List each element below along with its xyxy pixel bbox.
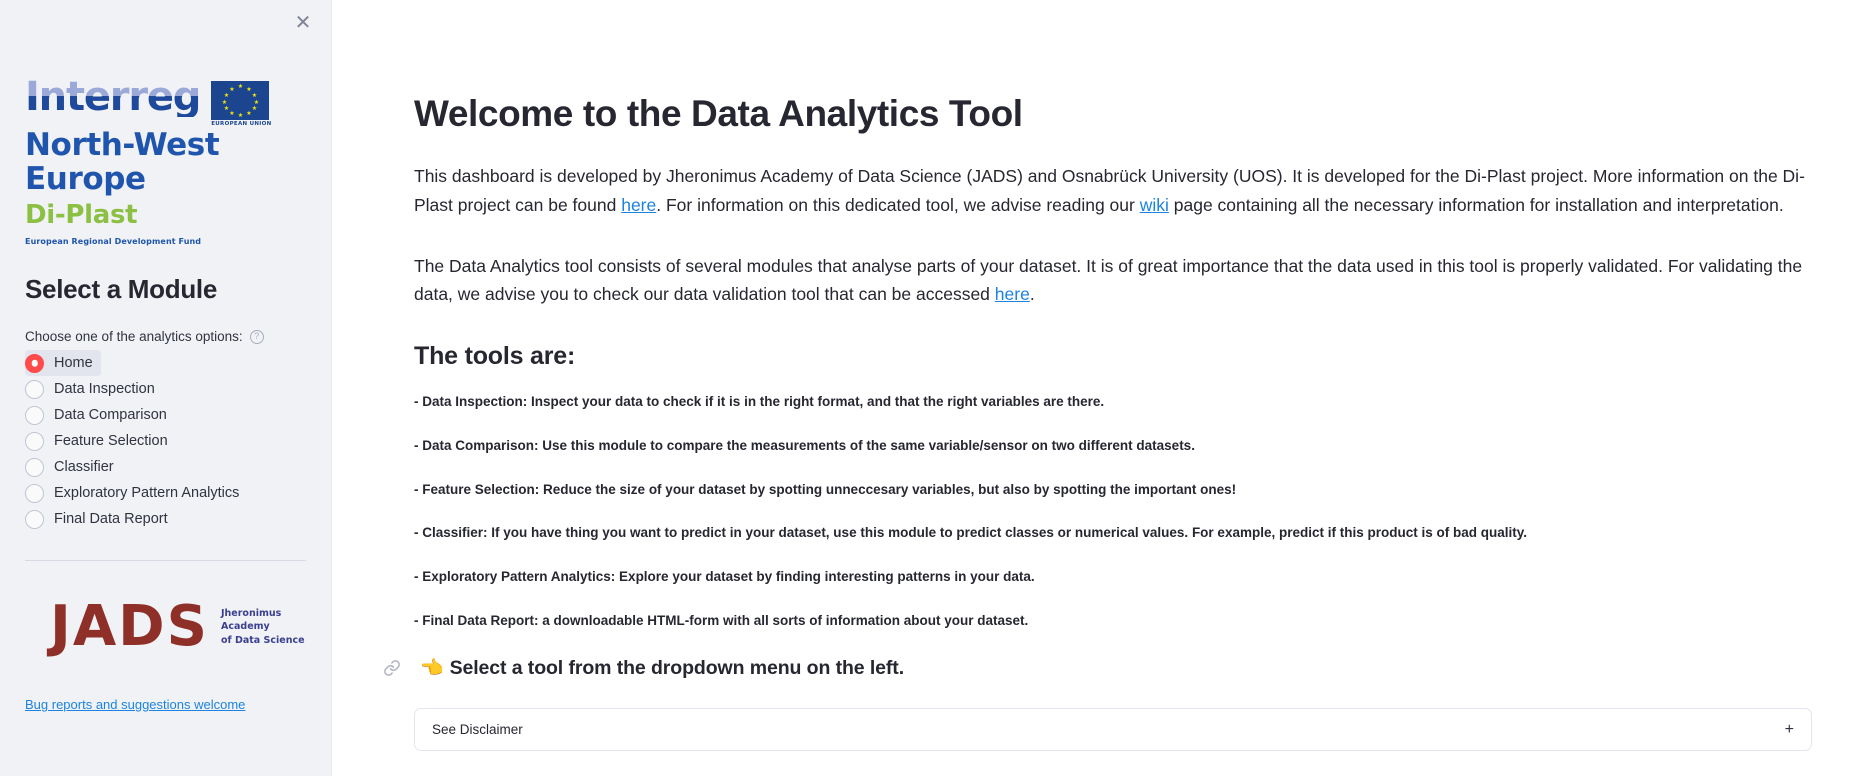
tools-heading: The tools are: [414, 341, 576, 370]
plus-icon: + [1784, 720, 1794, 738]
disclaimer-expander[interactable]: See Disclaimer + [414, 708, 1812, 752]
interreg-wordmark: Interreg [25, 74, 201, 120]
jads-subtitle-line-3: of Data Science [221, 635, 305, 647]
interreg-region-label: North-West Europe [25, 127, 220, 198]
bug-report-link[interactable]: Bug reports and suggestions welcome [25, 697, 245, 712]
jads-logo: JADS Jheronimus Academy of Data Science [50, 599, 319, 655]
intro-p1-text-c: page containing all the necessary inform… [1168, 194, 1784, 215]
radio-label: Final Data Report [54, 511, 168, 528]
jads-subtitle-line-2: Academy [221, 621, 270, 633]
sidebar-title: Select a Module [25, 274, 217, 305]
radio-mark-icon [25, 457, 44, 477]
radio-option-classifier[interactable]: Classifier [25, 454, 122, 480]
cta-text: Select a tool from the dropdown menu on … [449, 657, 905, 680]
radio-mark-icon [25, 379, 44, 399]
cta-text-row: 👈 Select a tool from the dropdown menu on… [420, 656, 904, 680]
module-select-label: Choose one of the analytics options: [25, 329, 243, 345]
radio-option-data-comparison[interactable]: Data Comparison [25, 402, 175, 428]
app-root: ✕ Interreg ★ ★ ★ ★ ★ ★ ★ ★ ★ ★ ★ ★ EUROP… [0, 0, 1852, 776]
intro-p2-text-a: The Data Analytics tool consists of seve… [414, 256, 1803, 305]
eu-flag-icon: ★ ★ ★ ★ ★ ★ ★ ★ ★ ★ ★ ★ [211, 81, 270, 120]
main-content: Welcome to the Data Analytics Tool This … [332, 0, 1852, 776]
pointing-hand-icon: 👈 [420, 657, 444, 680]
intro-paragraph-2: The Data Analytics tool consists of seve… [414, 252, 1824, 309]
radio-option-home[interactable]: Home [25, 350, 101, 377]
diplast-wordmark: Di-Plast [25, 200, 138, 231]
intro-paragraph-1: This dashboard is developed by Jheronimu… [414, 162, 1824, 219]
radio-mark-icon [25, 509, 44, 529]
link-icon[interactable] [382, 658, 402, 678]
radio-label: Data Comparison [54, 407, 167, 424]
tool-item-classifier: - Classifier: If you have thing you want… [414, 525, 1527, 541]
jads-subtitle-line-1: Jheronimus [221, 607, 282, 619]
radio-option-data-inspection[interactable]: Data Inspection [25, 376, 163, 402]
radio-option-feature-selection[interactable]: Feature Selection [25, 428, 176, 454]
di-plast-here-link[interactable]: here [621, 195, 656, 215]
page-title: Welcome to the Data Analytics Tool [414, 93, 1023, 134]
interreg-logo-top: Interreg ★ ★ ★ ★ ★ ★ ★ ★ ★ ★ ★ ★ EUROPEA… [25, 74, 319, 127]
radio-label: Home [54, 355, 93, 372]
sidebar-divider [25, 560, 306, 562]
eu-flag-caption: EUROPEAN UNION [211, 121, 272, 127]
interreg-logo: Interreg ★ ★ ★ ★ ★ ★ ★ ★ ★ ★ ★ ★ EUROPEA… [12, 0, 319, 246]
disclaimer-expander-label: See Disclaimer [432, 722, 523, 738]
radio-mark-icon [25, 353, 44, 373]
radio-option-final-data-report[interactable]: Final Data Report [25, 506, 176, 532]
intro-p2-text-b: . [1029, 284, 1035, 305]
radio-option-exploratory-pattern-analytics[interactable]: Exploratory Pattern Analytics [25, 480, 247, 506]
cta-row: 👈 Select a tool from the dropdown menu on… [382, 656, 1824, 680]
validation-tool-here-link[interactable]: here [995, 284, 1030, 304]
tool-item-data-comparison: - Data Comparison: Use this module to co… [414, 437, 1195, 453]
radio-label: Exploratory Pattern Analytics [54, 485, 240, 502]
radio-label: Feature Selection [54, 433, 168, 450]
tool-item-feature-selection: - Feature Selection: Reduce the size of … [414, 481, 1237, 497]
radio-mark-icon [25, 405, 44, 425]
wiki-link[interactable]: wiki [1140, 195, 1169, 215]
jads-subtitle: Jheronimus Academy of Data Science [221, 607, 305, 648]
erdf-label: European Regional Development Fund [25, 237, 202, 247]
radio-mark-icon [25, 483, 44, 503]
jads-wordmark: JADS [50, 594, 209, 660]
intro-p1-text-b: . For information on this dedicated tool… [656, 194, 1140, 215]
tool-item-final-data-report: - Final Data Report: a downloadable HTML… [414, 613, 1029, 629]
radio-label: Data Inspection [54, 381, 155, 398]
radio-label: Classifier [54, 459, 114, 476]
help-circle-icon[interactable]: ? [249, 329, 264, 344]
radio-mark-icon [25, 431, 44, 451]
module-select-label-row: Choose one of the analytics options: ? [25, 329, 319, 344]
tool-item-exploratory-pattern-analytics: - Exploratory Pattern Analytics: Explore… [414, 569, 1035, 585]
tool-item-data-inspection: - Data Inspection: Inspect your data to … [414, 393, 1105, 409]
close-icon[interactable]: ✕ [289, 8, 317, 36]
module-radio-group[interactable]: Home Data Inspection Data Comparison Fea… [25, 350, 319, 532]
sidebar: ✕ Interreg ★ ★ ★ ★ ★ ★ ★ ★ ★ ★ ★ ★ EUROP… [0, 0, 332, 776]
